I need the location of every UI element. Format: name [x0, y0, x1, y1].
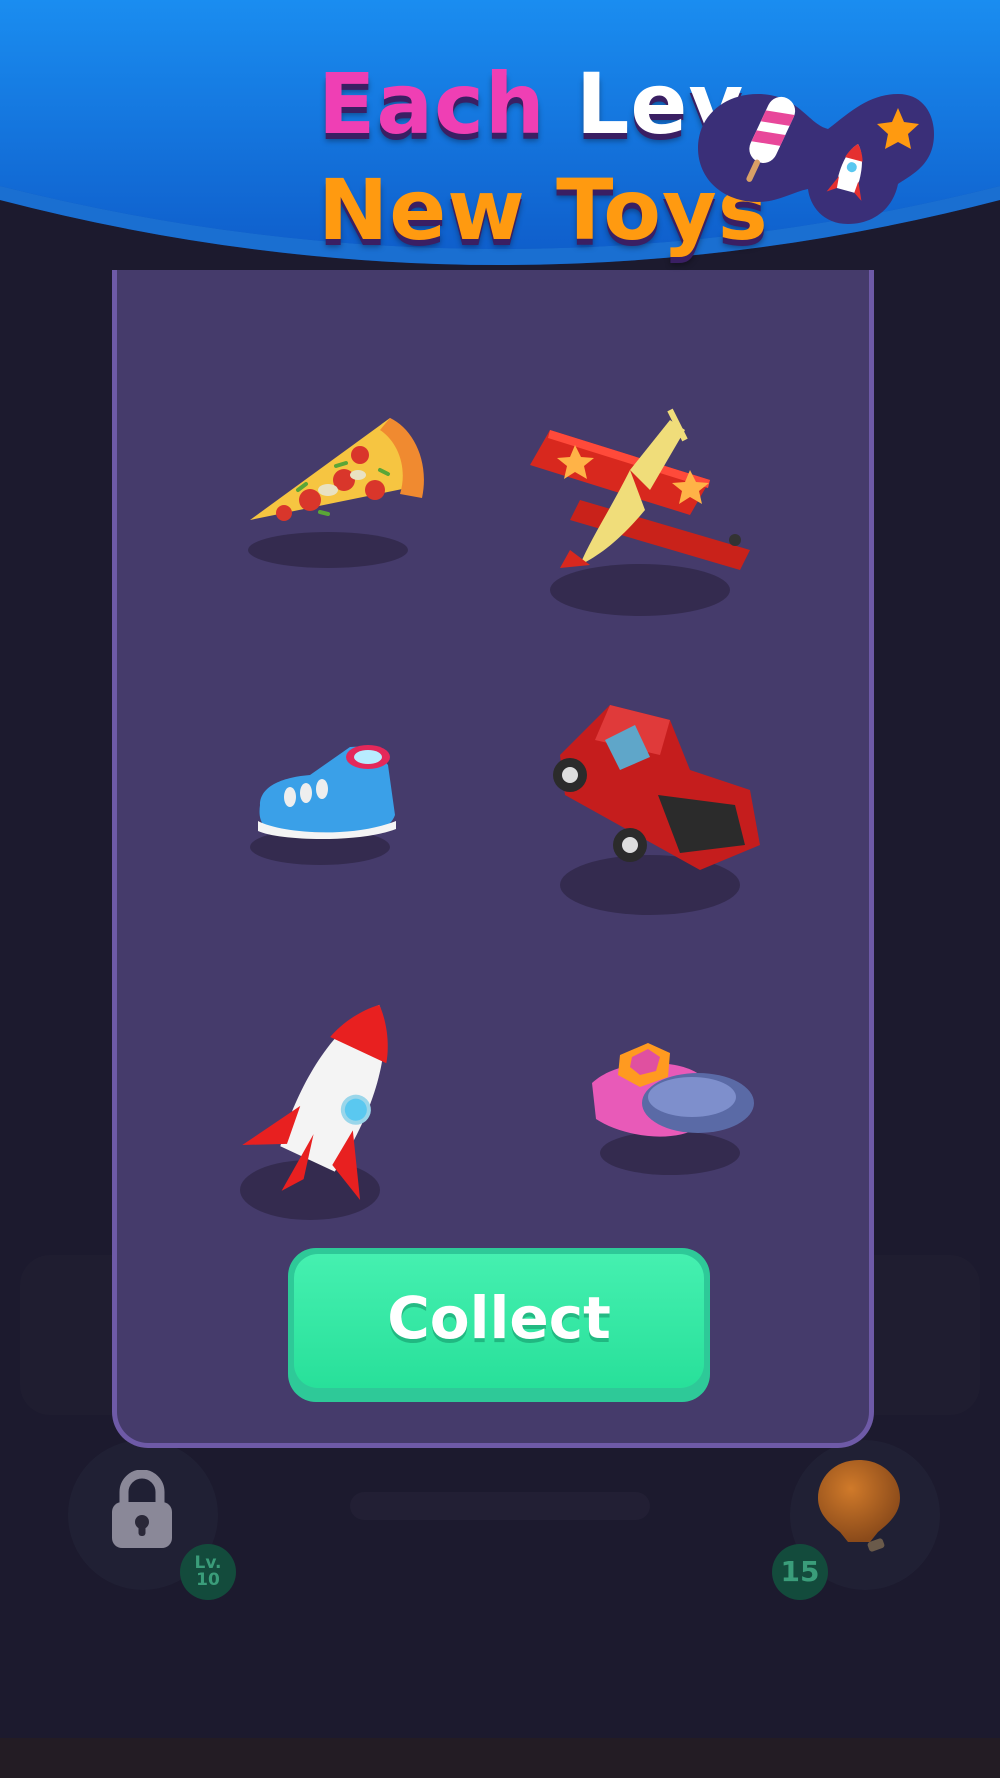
level-requirement-badge: Lv. 10 — [180, 1544, 236, 1600]
bottom-strip — [0, 1738, 1000, 1778]
pizza-icon — [248, 418, 424, 568]
airplane-icon — [530, 408, 750, 616]
lightbulb-icon — [818, 1460, 900, 1552]
sneaker-icon — [250, 745, 396, 865]
toys-preview-badge — [698, 94, 934, 224]
level-number: 10 — [196, 1570, 220, 1590]
collect-button[interactable]: Collect — [288, 1248, 710, 1402]
background-progress-bar — [350, 1492, 650, 1520]
lock-icon — [112, 1470, 172, 1548]
title-word-each: Each — [318, 55, 576, 153]
collect-button-label: Collect — [387, 1284, 611, 1352]
rocket-icon — [240, 1004, 388, 1220]
hint-count-badge: 15 — [772, 1544, 828, 1600]
ufo-icon — [592, 1043, 754, 1175]
truck-icon — [553, 705, 760, 915]
